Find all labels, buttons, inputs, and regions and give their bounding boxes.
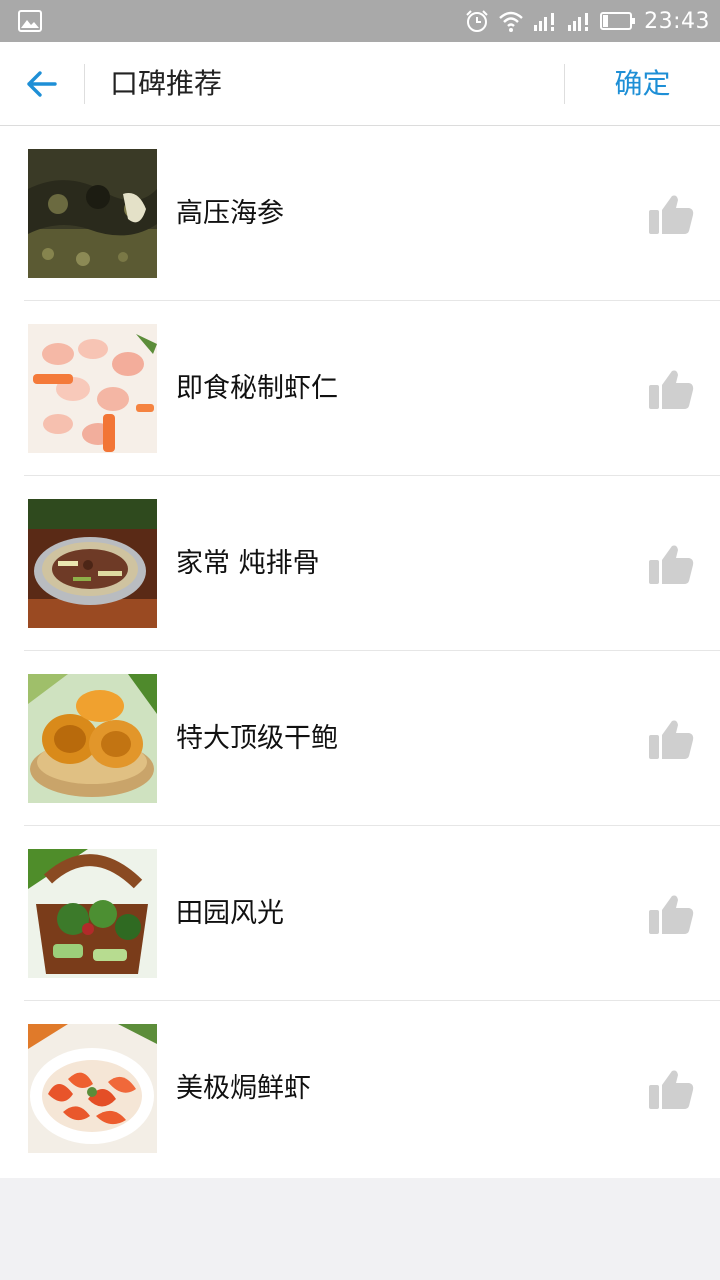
status-icons: 23:43	[464, 0, 710, 42]
dish-name: 家常 炖排骨	[176, 548, 320, 579]
dish-name: 特大顶级干鲍	[176, 723, 338, 754]
alarm-icon	[466, 10, 488, 32]
gallery-icon	[18, 10, 42, 32]
list-item[interactable]: 高压海参	[0, 126, 720, 301]
stewed-ribs-photo	[28, 499, 157, 628]
dish-name: 即食秘制虾仁	[176, 373, 338, 404]
signal-icon	[568, 13, 589, 31]
divider	[84, 64, 85, 104]
status-bar: 23:43	[0, 0, 720, 42]
dish-list: 高压海参 即食秘制虾仁 家常 炖排骨 特大顶级干鲍 田园风光 美极焗鲜虾	[0, 126, 720, 1178]
thumbs-up-icon[interactable]	[646, 192, 696, 238]
abalone-photo	[28, 674, 157, 803]
battery-icon	[600, 12, 636, 30]
thumbs-up-icon[interactable]	[646, 717, 696, 763]
shrimp-photo	[28, 324, 157, 453]
list-item[interactable]: 田园风光	[0, 826, 720, 1001]
thumbs-up-icon[interactable]	[646, 892, 696, 938]
baked-prawn-photo	[28, 1024, 157, 1153]
status-time: 23:43	[644, 8, 710, 34]
sea-cucumber-photo	[28, 149, 157, 278]
list-item[interactable]: 家常 炖排骨	[0, 476, 720, 651]
page-title: 口碑推荐	[110, 67, 223, 100]
back-button[interactable]	[14, 58, 70, 110]
thumbs-up-icon[interactable]	[646, 1067, 696, 1113]
dish-name: 高压海参	[176, 198, 284, 229]
list-item[interactable]: 即食秘制虾仁	[0, 301, 720, 476]
app-bar: 口碑推荐 确定	[0, 42, 720, 126]
confirm-button[interactable]: 确定	[565, 42, 720, 126]
thumbs-up-icon[interactable]	[646, 542, 696, 588]
vegetable-basket-photo	[28, 849, 157, 978]
arrow-left-icon	[27, 71, 57, 97]
signal-icon	[534, 13, 555, 31]
dish-name: 田园风光	[176, 898, 284, 929]
wifi-icon	[499, 11, 523, 32]
list-item[interactable]: 美极焗鲜虾	[0, 1001, 720, 1176]
list-item[interactable]: 特大顶级干鲍	[0, 651, 720, 826]
thumbs-up-icon[interactable]	[646, 367, 696, 413]
dish-name: 美极焗鲜虾	[176, 1073, 311, 1104]
